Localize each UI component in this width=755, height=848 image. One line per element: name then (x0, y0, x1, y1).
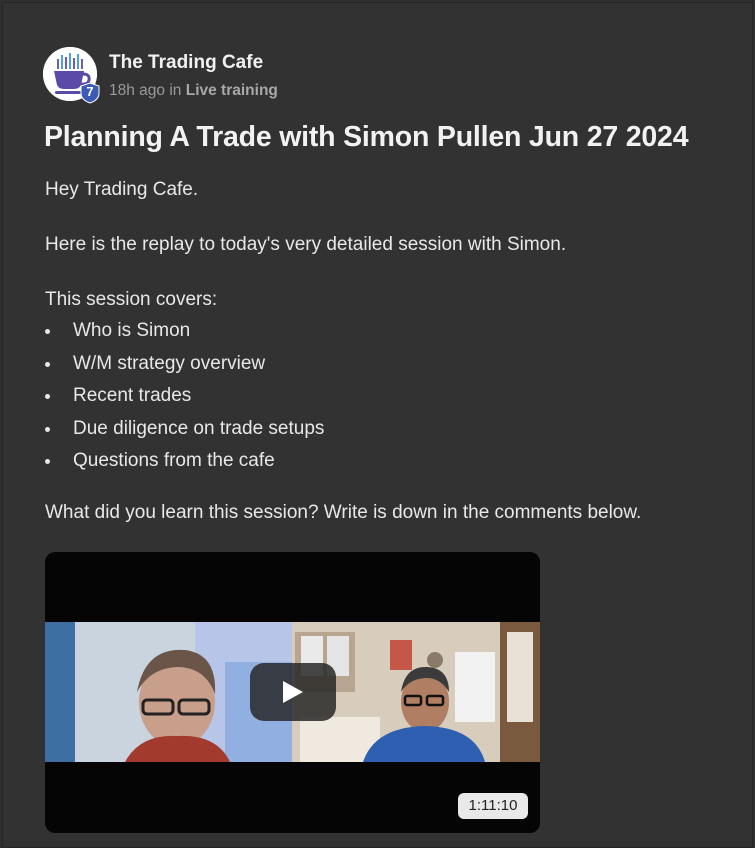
list-item-text: W/M strategy overview (73, 352, 266, 374)
post-card: 7 The Trading Cafe 18h ago in Live train… (2, 2, 753, 848)
time-ago: 18h ago (109, 82, 166, 99)
video-player[interactable]: 1:11:10 (45, 552, 540, 833)
category-link[interactable]: Live training (186, 82, 278, 99)
closing-text: What did you learn this session? Write i… (45, 502, 642, 523)
covers-heading: This session covers: (45, 289, 218, 310)
level-badge: 7 (79, 82, 101, 104)
list-item-text: Recent trades (73, 385, 192, 406)
author-name[interactable]: The Trading Cafe (109, 52, 263, 74)
list-item-text: Questions from the cafe (73, 450, 275, 471)
greeting-text: Hey Trading Cafe. (45, 179, 199, 200)
list-item: Due diligence on trade setups (45, 417, 325, 452)
post-meta: 18h ago in Live training (109, 82, 278, 100)
bullet (45, 361, 50, 367)
bullet (45, 459, 50, 464)
play-icon (283, 681, 303, 703)
list-item-text: Who is Simon (73, 320, 191, 341)
topics-list: Who is Simon W/M strategy overview Recen… (45, 321, 324, 484)
list-item: Recent trades (45, 386, 324, 419)
avatar[interactable]: 7 (43, 47, 100, 104)
video-duration: 1:11:10 (458, 793, 528, 819)
list-item: Questions from the cafe (45, 451, 324, 484)
bullet (45, 426, 50, 432)
bullet (45, 329, 50, 334)
bullet (45, 394, 50, 399)
list-item-text: Due diligence on trade setups (73, 417, 325, 439)
list-item: Who is Simon (45, 321, 324, 354)
level-number: 7 (86, 84, 94, 99)
post-title: Planning A Trade with Simon Pullen Jun 2… (44, 121, 689, 153)
list-item: W/M strategy overview (45, 352, 324, 387)
in-word: in (169, 82, 182, 99)
play-button[interactable] (250, 663, 336, 721)
intro-text: Here is the replay to today's very detai… (45, 234, 567, 255)
